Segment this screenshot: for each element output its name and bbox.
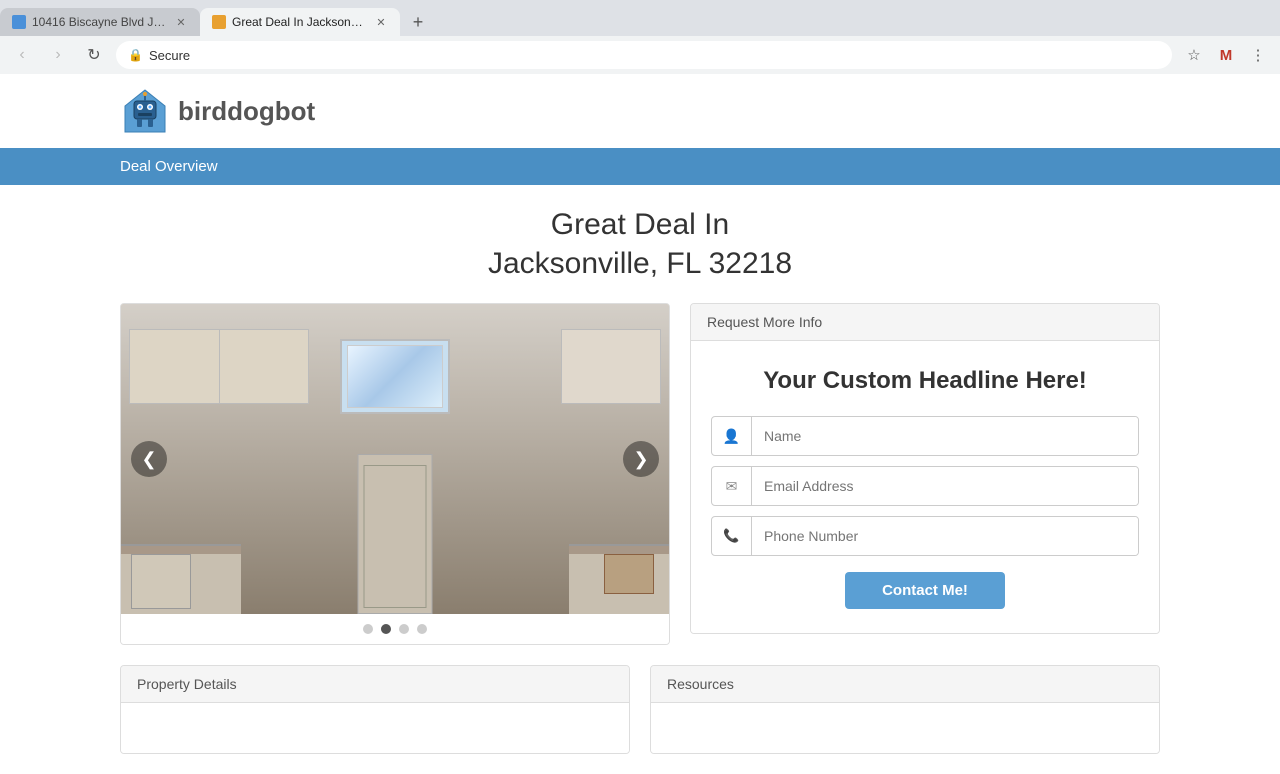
email-input[interactable] [752,467,1138,505]
contact-headline: Your Custom Headline Here! [711,365,1139,396]
resources-card: Resources [650,665,1160,754]
name-input[interactable] [752,417,1138,455]
contact-submit-button[interactable]: Contact Me! [845,572,1005,609]
contact-panel-header: Request More Info [691,304,1159,341]
back-button[interactable]: ‹ [8,41,36,69]
contact-panel-body: Your Custom Headline Here! 👤 ✉ [691,341,1159,633]
address-text: Secure [149,48,1160,63]
bookmark-button[interactable]: ☆ [1180,41,1208,69]
logo-container: birddogbot [120,86,1160,136]
lock-icon: 🔒 [128,48,143,62]
request-more-info-label: Request More Info [707,314,822,330]
address-bar[interactable]: 🔒 Secure [116,41,1172,69]
carousel-container: ❮ ❯ [120,303,670,645]
toolbar-actions: ☆ M ⋮ [1180,41,1272,69]
email-form-group: ✉ [711,466,1139,506]
deal-title: Great Deal In Jacksonville, FL 32218 [120,205,1160,283]
tab-1-label: 10416 Biscayne Blvd Jac... [32,15,168,29]
door [358,454,433,614]
gmail-button[interactable]: M [1212,41,1240,69]
tab-2-close[interactable]: ✕ [374,15,388,29]
cabinet-left [129,329,309,404]
tab-1-close[interactable]: ✕ [174,15,188,29]
carousel-dots [121,614,669,644]
main-content: Great Deal In Jacksonville, FL 32218 [0,185,1280,774]
property-details-header: Property Details [121,666,629,703]
content-row: ❮ ❯ Request More Info Your Custom Headli… [120,303,1160,645]
tab-bar: 10416 Biscayne Blvd Jac... ✕ Great Deal … [0,0,1280,36]
reload-button[interactable]: ↻ [80,41,108,69]
phone-icon: 📞 [712,517,752,555]
appliance [131,554,191,609]
phone-input[interactable] [752,517,1138,555]
logo-area: birddogbot [0,74,1280,148]
carousel-image: ❮ ❯ [121,304,669,614]
address-bar-row: ‹ › ↻ 🔒 Secure ☆ M ⋮ [0,36,1280,74]
tab-1[interactable]: 10416 Biscayne Blvd Jac... ✕ [0,8,200,36]
page-title: Great Deal In Jacksonville, FL 32218 [120,205,1160,283]
property-details-card: Property Details [120,665,630,754]
carousel-dot-2[interactable] [381,624,391,634]
resources-body [651,703,1159,753]
name-icon: 👤 [712,417,752,455]
property-details-label: Property Details [137,676,237,692]
tab-2[interactable]: Great Deal In Jacksonvill... ✕ [200,8,400,36]
cabinet-right [561,329,661,404]
bottom-row: Property Details Resources [120,665,1160,754]
email-icon: ✉ [712,467,752,505]
deal-overview-label: Deal Overview [120,158,218,175]
phone-form-group: 📞 [711,516,1139,556]
carousel-dot-3[interactable] [399,624,409,634]
kitchen-details [121,304,669,614]
door-panel [364,465,427,608]
kitchen-background [121,304,669,614]
tab-2-favicon [212,15,226,29]
carousel-next-button[interactable]: ❯ [623,441,659,477]
object [604,554,654,594]
carousel-prev-button[interactable]: ❮ [131,441,167,477]
forward-button[interactable]: › [44,41,72,69]
page-content: birddogbot Deal Overview Great Deal In J… [0,74,1280,774]
logo-icon [120,86,170,136]
carousel-dot-4[interactable] [417,624,427,634]
property-details-body [121,703,629,753]
name-form-group: 👤 [711,416,1139,456]
resources-header: Resources [651,666,1159,703]
tab-1-favicon [12,15,26,29]
tab-2-label: Great Deal In Jacksonvill... [232,15,368,29]
resources-label: Resources [667,676,734,692]
window [340,339,450,414]
new-tab-button[interactable]: + [404,8,432,36]
carousel-dot-1[interactable] [363,624,373,634]
deal-overview-bar: Deal Overview [0,148,1280,185]
browser-chrome: 10416 Biscayne Blvd Jac... ✕ Great Deal … [0,0,1280,74]
contact-panel: Request More Info Your Custom Headline H… [690,303,1160,634]
logo-text: birddogbot [178,96,315,127]
menu-button[interactable]: ⋮ [1244,41,1272,69]
